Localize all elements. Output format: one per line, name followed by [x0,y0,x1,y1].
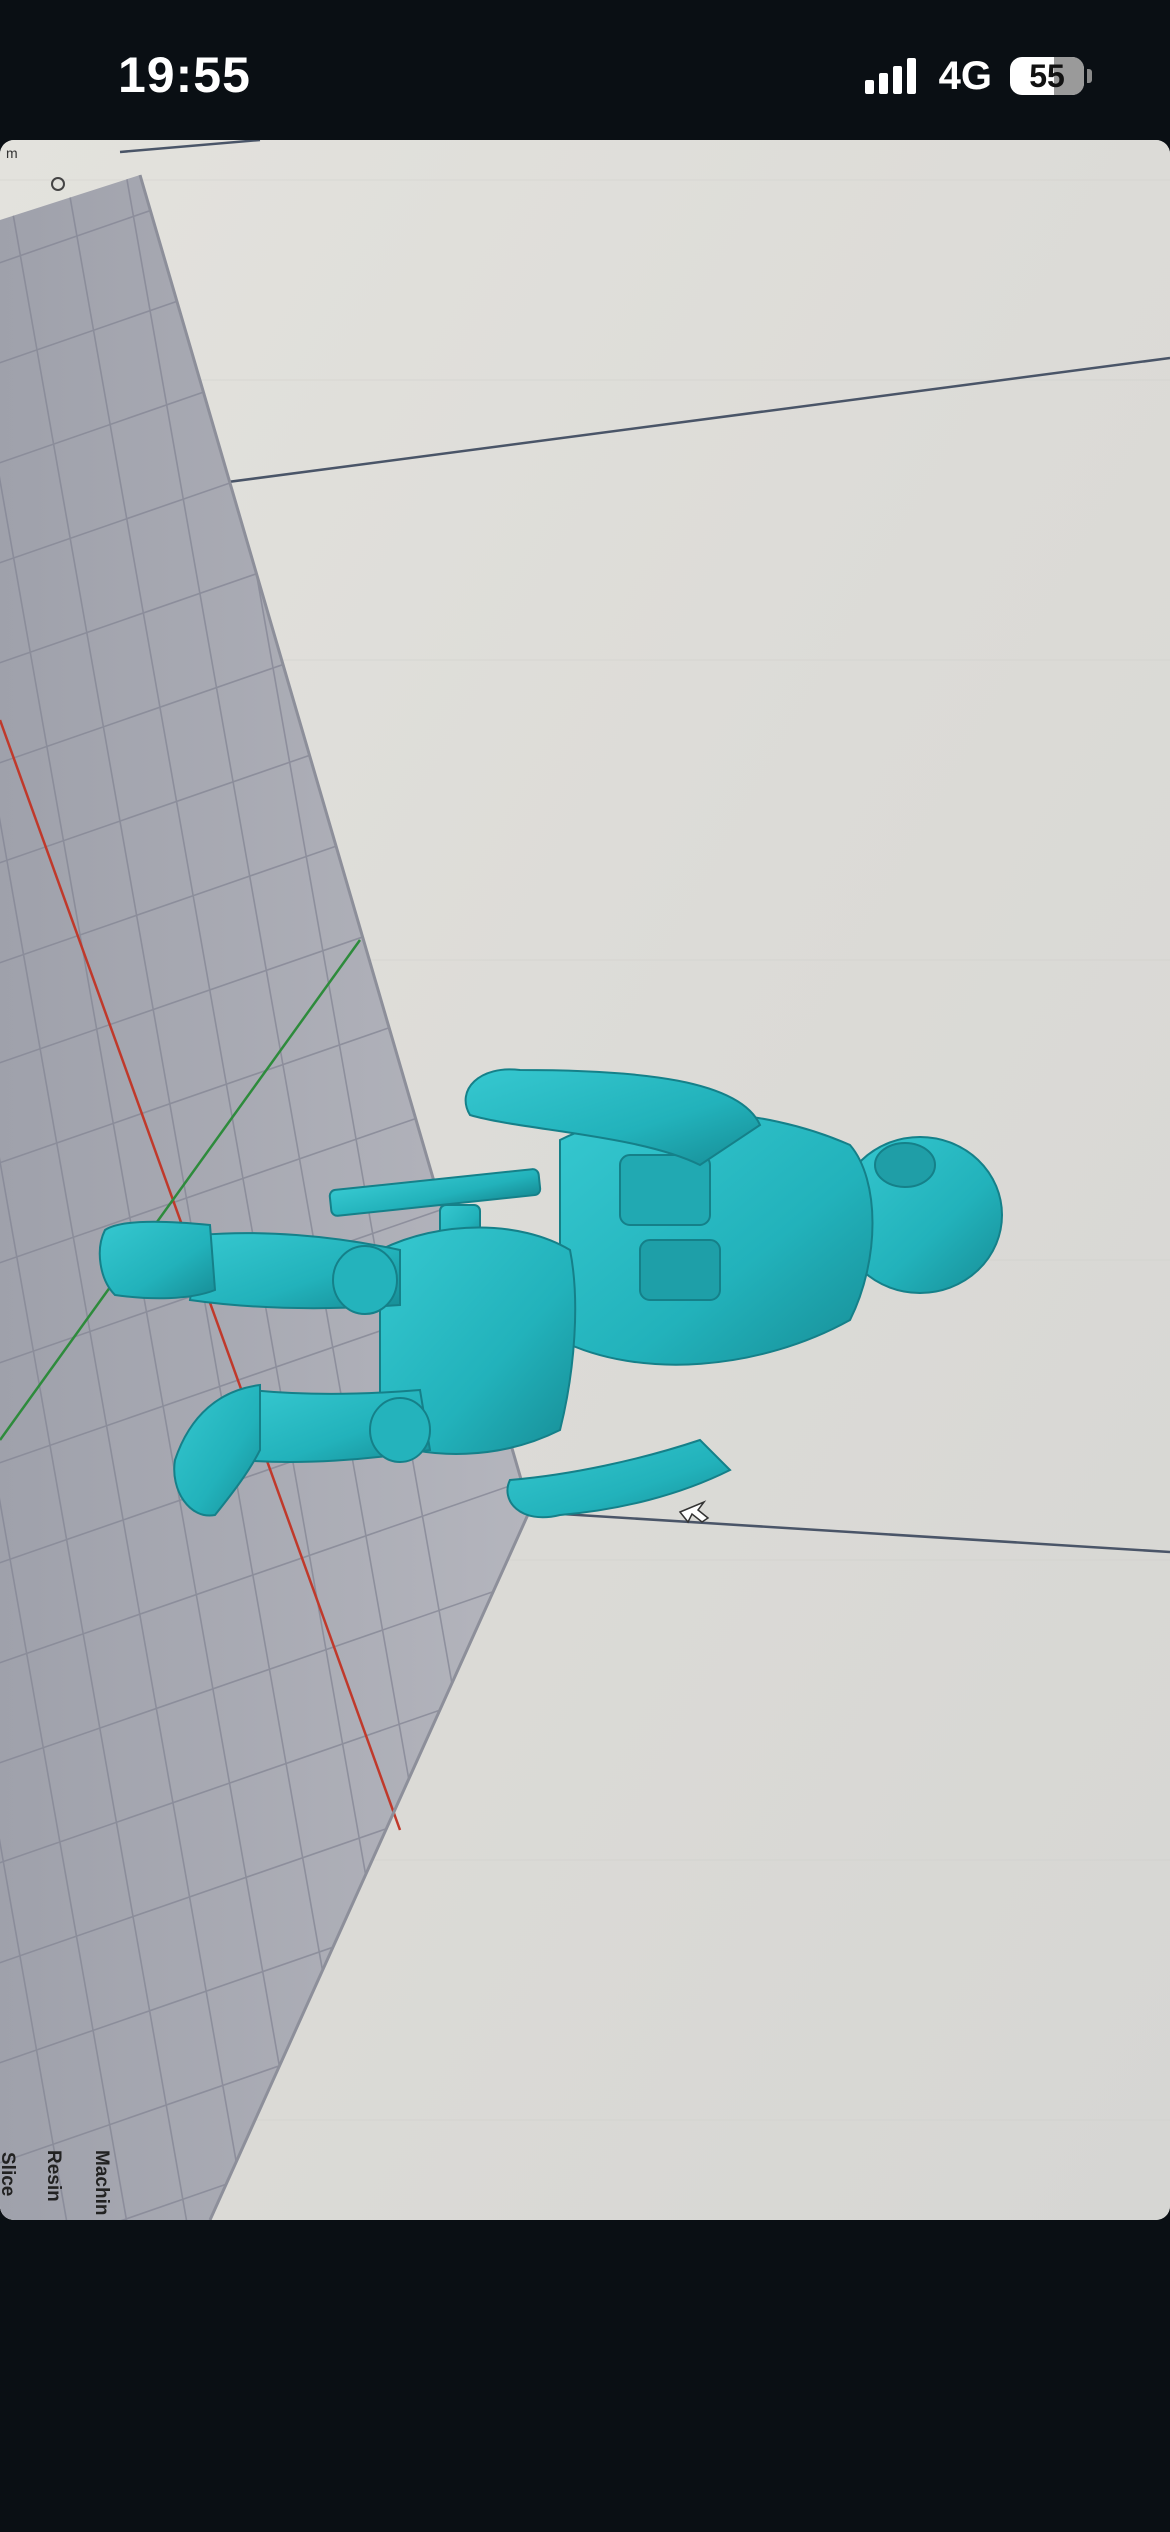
status-indicators: 4G 55 [864,53,1092,98]
battery-cap [1087,69,1092,83]
network-type-label: 4G [938,53,992,98]
model-boot-upper [98,1220,217,1300]
status-time: 19:55 [118,47,251,103]
slicer-viewport-photo: m [0,140,1170,2220]
corner-ui-fragment: m [6,145,18,161]
model-vest-pouch [639,1239,721,1301]
battery-icon: 55 [1010,57,1084,95]
bottom-letterbox [0,2220,1170,2532]
slicer-label-resin: Resin [43,2150,64,2202]
model-knee-pad [369,1397,431,1463]
status-bar: 19:55 4G 55 [0,0,1170,140]
slicer-label-slice: Slice [0,2152,18,2197]
model-vest-pouch [619,1154,711,1226]
cellular-signal-icon [864,58,921,94]
battery-level: 55 [1029,57,1065,94]
slicer-label-machine: Machin [91,2150,112,2216]
model-goggles [874,1142,936,1188]
photo-view[interactable]: m Machin Resin Slice [0,140,1170,2220]
model-knee-pad [332,1245,398,1315]
